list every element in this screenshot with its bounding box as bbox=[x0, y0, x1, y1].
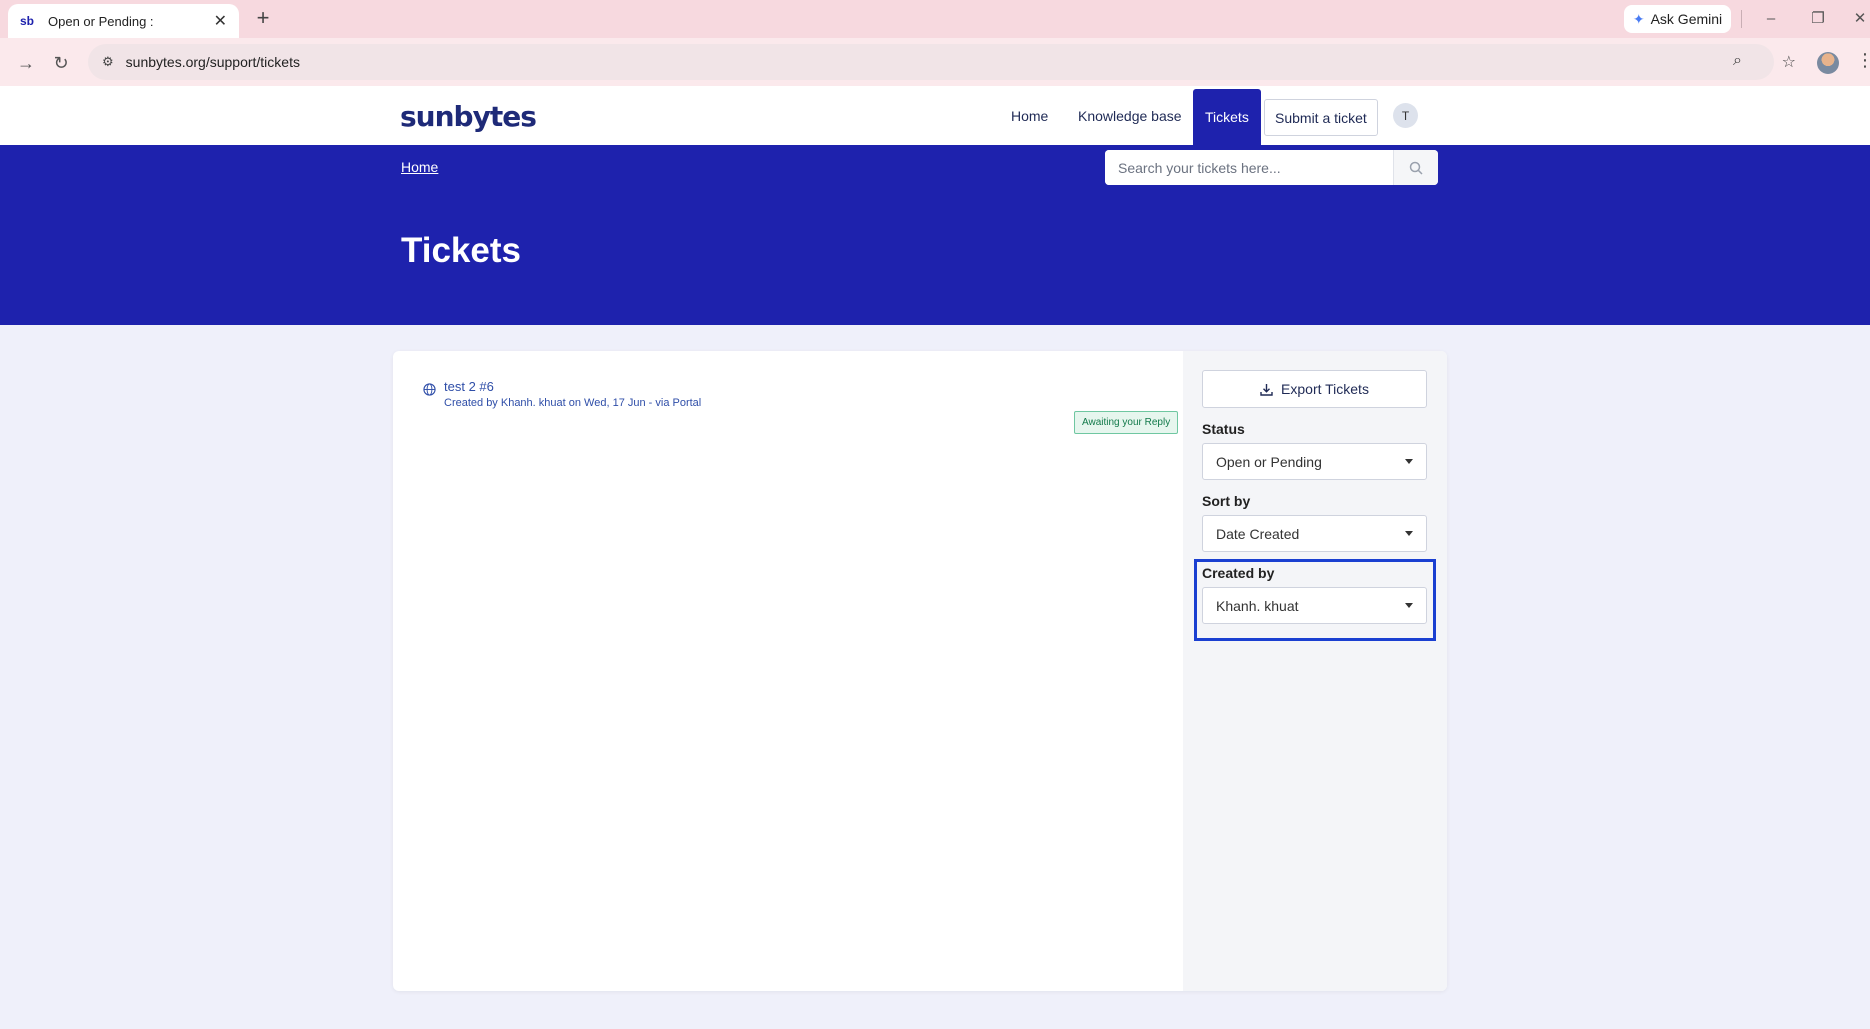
minimize-icon[interactable]: – bbox=[1756, 6, 1786, 32]
hero-banner: Home Tickets bbox=[0, 145, 1870, 325]
search-button[interactable] bbox=[1393, 150, 1438, 185]
tickets-card: test 2 #6 Created by Khanh. khuat on Wed… bbox=[393, 351, 1447, 991]
page-title: Tickets bbox=[401, 231, 521, 270]
browser-tab-bar: sb Open or Pending : ✕ + ✦ Ask Gemini – … bbox=[0, 0, 1870, 38]
new-tab-button[interactable]: + bbox=[250, 6, 276, 32]
kebab-menu-icon[interactable]: ⋮ bbox=[1856, 50, 1870, 71]
download-icon bbox=[1260, 383, 1273, 396]
nav-knowledge-base[interactable]: Knowledge base bbox=[1066, 86, 1194, 145]
status-filter-value: Open or Pending bbox=[1216, 453, 1322, 470]
browser-tab[interactable]: sb Open or Pending : ✕ bbox=[8, 4, 239, 38]
status-filter-select[interactable]: Open or Pending bbox=[1202, 443, 1427, 480]
site-header: sunbytes Home Knowledge base Tickets Sub… bbox=[0, 86, 1870, 145]
ticket-search bbox=[1105, 150, 1438, 185]
nav-tickets[interactable]: Tickets bbox=[1193, 89, 1261, 145]
tab-favicon-icon: sb bbox=[20, 14, 35, 28]
submit-ticket-button[interactable]: Submit a ticket bbox=[1264, 99, 1378, 136]
chevron-down-icon bbox=[1405, 459, 1413, 464]
chevron-down-icon bbox=[1405, 531, 1413, 536]
export-tickets-label: Export Tickets bbox=[1281, 381, 1369, 397]
close-window-icon[interactable]: ✕ bbox=[1845, 6, 1870, 32]
user-avatar[interactable]: T bbox=[1393, 103, 1418, 128]
sort-by-select[interactable]: Date Created bbox=[1202, 515, 1427, 552]
export-tickets-button[interactable]: Export Tickets bbox=[1202, 370, 1427, 408]
tab-title: Open or Pending : bbox=[48, 13, 154, 29]
globe-icon bbox=[423, 383, 436, 396]
status-badge: Awaiting your Reply bbox=[1074, 411, 1179, 434]
reload-icon[interactable]: ↻ bbox=[47, 50, 75, 76]
sparkle-icon: ✦ bbox=[1632, 10, 1645, 27]
ticket-search-input[interactable] bbox=[1105, 150, 1393, 185]
search-icon bbox=[1409, 161, 1423, 175]
status-filter-label: Status bbox=[1202, 421, 1245, 437]
ticket-meta: Created by Khanh. khuat on Wed, 17 Jun -… bbox=[444, 397, 702, 409]
address-bar[interactable]: ⚙ sunbytes.org/support/tickets ⌕ ☆ bbox=[88, 44, 1796, 80]
filter-sidebar: Export Tickets Status Open or Pending So… bbox=[1183, 351, 1447, 991]
zoom-icon[interactable]: ⌕ bbox=[1733, 52, 1742, 70]
site-settings-icon[interactable]: ⚙ bbox=[102, 54, 114, 70]
nav-home[interactable]: Home bbox=[999, 86, 1060, 145]
sunbytes-logo[interactable]: sunbytes bbox=[400, 100, 537, 133]
sort-by-label: Sort by bbox=[1202, 493, 1251, 509]
ask-gemini-label: Ask Gemini bbox=[1650, 11, 1723, 27]
focus-highlight-box bbox=[1194, 559, 1436, 641]
star-icon[interactable]: ☆ bbox=[1782, 52, 1796, 72]
breadcrumb-home[interactable]: Home bbox=[401, 159, 438, 175]
restore-icon[interactable]: ❐ bbox=[1803, 6, 1833, 32]
tab-close-icon[interactable]: ✕ bbox=[214, 11, 227, 31]
window-separator bbox=[1741, 10, 1742, 28]
ticket-title-link[interactable]: test 2 #6 bbox=[444, 379, 494, 394]
url-text: sunbytes.org/support/tickets bbox=[125, 54, 300, 70]
profile-avatar[interactable] bbox=[1817, 52, 1839, 74]
ask-gemini-button[interactable]: ✦ Ask Gemini bbox=[1624, 5, 1731, 33]
back-arrow-icon[interactable]: → bbox=[12, 50, 40, 76]
sort-by-value: Date Created bbox=[1216, 525, 1300, 542]
